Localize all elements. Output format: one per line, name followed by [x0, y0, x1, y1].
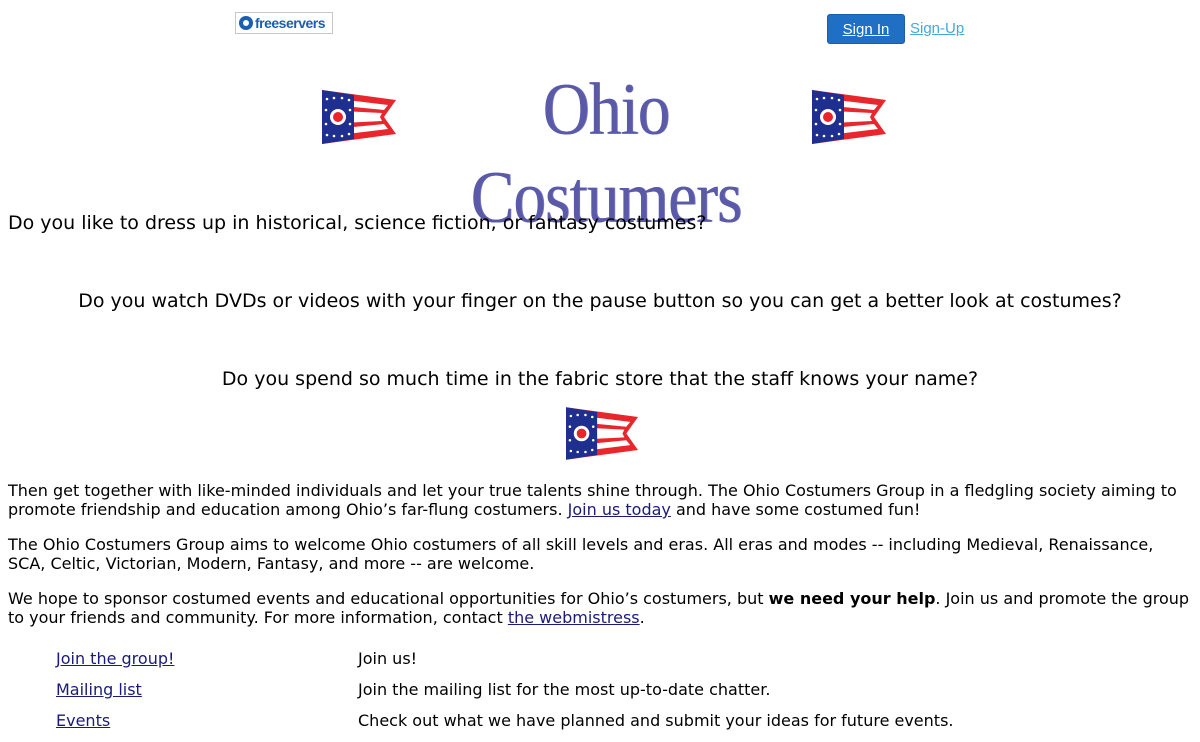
mailing-list-desc: Join the mailing list for the most up-to… [358, 680, 771, 699]
links-row: Join the group! Join us! [56, 649, 1156, 680]
join-group-desc: Join us! [358, 649, 418, 668]
help-bold: we need your help [768, 589, 936, 608]
help-paragraph: We hope to sponsor costumed events and e… [8, 589, 1194, 627]
ohio-flag-center-icon [566, 407, 638, 460]
intro-paragraph: Then get together with like-minded indiv… [8, 481, 1194, 519]
mailing-list-link[interactable]: Mailing list [56, 680, 142, 699]
events-link[interactable]: Events [56, 711, 110, 730]
freeservers-logo-text: freeservers [255, 15, 326, 31]
ohio-flag-right-icon [812, 90, 886, 144]
question-2: Do you watch DVDs or videos with your fi… [78, 290, 1122, 312]
links-row: Mailing list Join the mailing list for t… [56, 680, 1156, 711]
join-us-today-link[interactable]: Join us today [568, 500, 671, 519]
help-tail: . [639, 608, 645, 627]
welcome-paragraph: The Ohio Costumers Group aims to welcome… [8, 535, 1194, 573]
webmistress-link[interactable]: the webmistress [508, 608, 640, 627]
freeservers-logo-icon [239, 16, 253, 30]
join-group-link[interactable]: Join the group! [56, 649, 174, 668]
top-bar: freeservers Sign In Sign-Up [0, 0, 1200, 56]
ohio-flag-left-icon [322, 90, 396, 144]
links-row: Events Check out what we have planned an… [56, 711, 1156, 742]
sign-in-button[interactable]: Sign In [827, 14, 905, 44]
welcome-text: The Ohio Costumers Group aims to welcome… [8, 535, 1154, 573]
events-desc: Check out what we have planned and submi… [358, 711, 954, 730]
question-3: Do you spend so much time in the fabric … [221, 368, 979, 390]
links-table: Join the group! Join us! Mailing list Jo… [56, 649, 1156, 742]
freeservers-logo[interactable]: freeservers [235, 12, 333, 34]
question-1: Do you like to dress up in historical, s… [8, 212, 707, 234]
intro-tail: and have some costumed fun! [670, 500, 921, 519]
help-text: We hope to sponsor costumed events and e… [8, 589, 769, 608]
sign-up-link[interactable]: Sign-Up [910, 20, 964, 37]
site-banner: Ohio Costumers [0, 66, 1200, 239]
